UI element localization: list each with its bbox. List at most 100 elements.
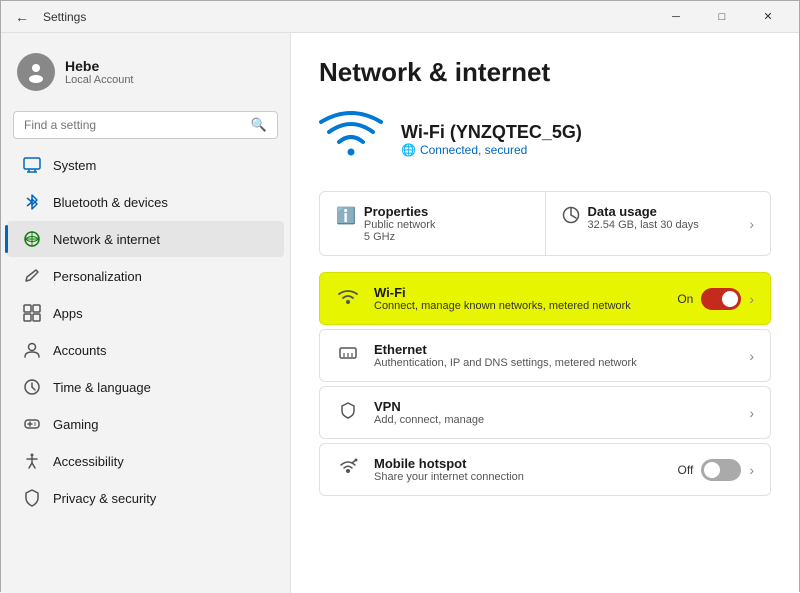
wifi-sub: Connect, manage known networks, metered … bbox=[374, 300, 663, 312]
vpn-title: VPN bbox=[374, 399, 735, 414]
wifi-icon bbox=[336, 287, 360, 310]
wifi-big-icon bbox=[319, 108, 383, 171]
settings-row-ethernet[interactable]: Ethernet Authentication, IP and DNS sett… bbox=[319, 329, 771, 382]
avatar bbox=[17, 53, 55, 91]
sidebar-item-accessibility[interactable]: Accessibility bbox=[7, 443, 284, 479]
titlebar-left: ← Settings bbox=[9, 5, 86, 29]
hotspot-sub: Share your internet connection bbox=[374, 471, 664, 483]
toggle-wifi[interactable] bbox=[701, 288, 741, 310]
sidebar-item-personalization[interactable]: Personalization bbox=[7, 258, 284, 294]
sidebar-item-network[interactable]: Network & internet bbox=[7, 221, 284, 257]
data-usage-chevron: › bbox=[749, 216, 754, 232]
sidebar-label-network: Network & internet bbox=[53, 232, 268, 247]
hotspot-title: Mobile hotspot bbox=[374, 456, 664, 471]
wifi-body: Wi-Fi Connect, manage known networks, me… bbox=[374, 285, 663, 312]
sidebar: Hebe Local Account 🔍 System Bluetooth & … bbox=[1, 33, 291, 593]
sidebar-item-time[interactable]: Time & language bbox=[7, 369, 284, 405]
maximize-button[interactable]: □ bbox=[699, 1, 745, 33]
privacy-icon bbox=[23, 489, 41, 507]
wifi-right: On › bbox=[677, 288, 754, 310]
toggle-label-hotspot: Off bbox=[678, 463, 694, 477]
data-usage-sub: 32.54 GB, last 30 days bbox=[588, 219, 699, 231]
sidebar-item-accounts[interactable]: Accounts bbox=[7, 332, 284, 368]
toggle-hotspot[interactable] bbox=[701, 459, 741, 481]
accounts-icon bbox=[23, 341, 41, 359]
properties-body: Properties Public network 5 GHz bbox=[364, 204, 436, 243]
data-usage-title: Data usage bbox=[588, 204, 699, 219]
chevron-icon-hotspot: › bbox=[749, 462, 754, 478]
sidebar-label-time: Time & language bbox=[53, 380, 268, 395]
hotspot-body: Mobile hotspot Share your internet conne… bbox=[374, 456, 664, 483]
search-input[interactable] bbox=[24, 118, 245, 132]
ethernet-right: › bbox=[749, 348, 754, 364]
toggle-thumb-wifi bbox=[722, 291, 738, 307]
user-name: Hebe bbox=[65, 58, 134, 74]
settings-row-wifi[interactable]: Wi-Fi Connect, manage known networks, me… bbox=[319, 272, 771, 325]
vpn-icon bbox=[336, 401, 360, 424]
sidebar-label-system: System bbox=[53, 158, 268, 173]
sidebar-item-bluetooth[interactable]: Bluetooth & devices bbox=[7, 184, 284, 220]
data-usage-body: Data usage 32.54 GB, last 30 days bbox=[588, 204, 699, 231]
wifi-status-text: Connected, secured bbox=[420, 143, 527, 157]
toggle-label-wifi: On bbox=[677, 292, 693, 306]
sidebar-label-apps: Apps bbox=[53, 306, 268, 321]
titlebar-title: Settings bbox=[43, 10, 86, 24]
user-subtitle: Local Account bbox=[65, 74, 134, 86]
wifi-status: 🌐 Connected, secured bbox=[401, 143, 582, 157]
app-body: Hebe Local Account 🔍 System Bluetooth & … bbox=[1, 33, 799, 593]
sidebar-label-personalization: Personalization bbox=[53, 269, 268, 284]
sidebar-item-system[interactable]: System bbox=[7, 147, 284, 183]
settings-row-hotspot[interactable]: Mobile hotspot Share your internet conne… bbox=[319, 443, 771, 496]
search-box[interactable]: 🔍 bbox=[13, 111, 278, 139]
time-icon bbox=[23, 378, 41, 396]
minimize-button[interactable]: ─ bbox=[653, 1, 699, 33]
search-icon: 🔍 bbox=[251, 117, 267, 133]
properties-card[interactable]: ℹ️ Properties Public network 5 GHz bbox=[320, 192, 545, 255]
toggle-thumb-hotspot bbox=[704, 462, 720, 478]
system-icon bbox=[23, 156, 41, 174]
ethernet-sub: Authentication, IP and DNS settings, met… bbox=[374, 357, 735, 369]
back-button[interactable]: ← bbox=[9, 5, 35, 29]
vpn-body: VPN Add, connect, manage bbox=[374, 399, 735, 426]
data-usage-icon bbox=[562, 206, 580, 229]
gaming-icon bbox=[23, 415, 41, 433]
wifi-title: Wi-Fi bbox=[374, 285, 663, 300]
data-usage-card[interactable]: Data usage 32.54 GB, last 30 days › bbox=[545, 192, 771, 255]
bluetooth-icon bbox=[23, 193, 41, 211]
wifi-name: Wi-Fi (YNZQTEC_5G) bbox=[401, 122, 582, 143]
titlebar: ← Settings ─ □ ✕ bbox=[1, 1, 799, 33]
sidebar-label-accounts: Accounts bbox=[53, 343, 268, 358]
wifi-header: Wi-Fi (YNZQTEC_5G) 🌐 Connected, secured bbox=[319, 108, 771, 171]
ethernet-title: Ethernet bbox=[374, 342, 735, 357]
properties-title: Properties bbox=[364, 204, 436, 219]
chevron-icon-wifi: › bbox=[749, 291, 754, 307]
user-section: Hebe Local Account bbox=[1, 41, 290, 107]
info-cards: ℹ️ Properties Public network 5 GHz Data bbox=[319, 191, 771, 256]
ethernet-icon bbox=[336, 344, 360, 367]
personalization-icon bbox=[23, 267, 41, 285]
sidebar-item-apps[interactable]: Apps bbox=[7, 295, 284, 331]
sidebar-label-privacy: Privacy & security bbox=[53, 491, 268, 506]
vpn-sub: Add, connect, manage bbox=[374, 414, 735, 426]
wifi-info: Wi-Fi (YNZQTEC_5G) 🌐 Connected, secured bbox=[401, 122, 582, 157]
sidebar-item-gaming[interactable]: Gaming bbox=[7, 406, 284, 442]
page-title: Network & internet bbox=[319, 57, 771, 88]
sidebar-item-privacy[interactable]: Privacy & security bbox=[7, 480, 284, 516]
properties-sub1: Public network bbox=[364, 219, 436, 231]
titlebar-controls: ─ □ ✕ bbox=[653, 1, 791, 33]
sidebar-label-bluetooth: Bluetooth & devices bbox=[53, 195, 268, 210]
sidebar-label-accessibility: Accessibility bbox=[53, 454, 268, 469]
user-info: Hebe Local Account bbox=[65, 58, 134, 86]
settings-row-vpn[interactable]: VPN Add, connect, manage › bbox=[319, 386, 771, 439]
info-icon: ℹ️ bbox=[336, 206, 356, 226]
hotspot-right: Off › bbox=[678, 459, 754, 481]
nav-list: System Bluetooth & devices Network & int… bbox=[1, 147, 290, 516]
globe-icon: 🌐 bbox=[401, 143, 416, 157]
properties-sub2: 5 GHz bbox=[364, 231, 436, 243]
chevron-icon-vpn: › bbox=[749, 405, 754, 421]
accessibility-icon bbox=[23, 452, 41, 470]
settings-list: Wi-Fi Connect, manage known networks, me… bbox=[319, 272, 771, 496]
close-button[interactable]: ✕ bbox=[745, 1, 791, 33]
network-icon bbox=[23, 230, 41, 248]
sidebar-label-gaming: Gaming bbox=[53, 417, 268, 432]
